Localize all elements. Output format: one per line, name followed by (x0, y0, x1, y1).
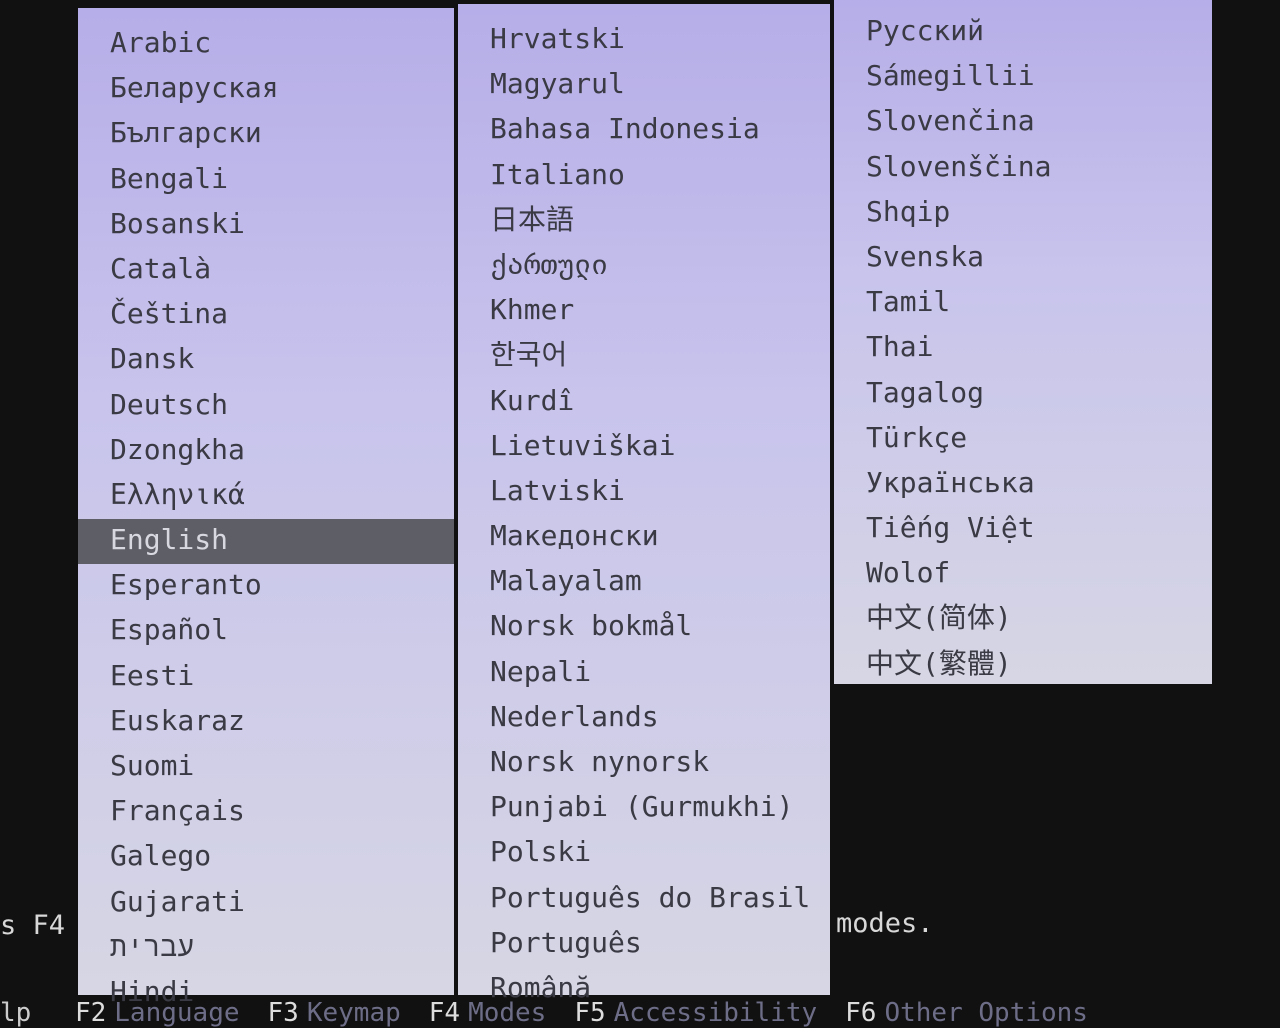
language-option[interactable]: Galego (78, 835, 454, 880)
language-column-1: Arabic Беларуская Български Bengali Bosanski… (78, 8, 454, 1008)
language-option[interactable]: Slovenčina (834, 100, 1212, 145)
language-option[interactable]: Shqip (834, 191, 1212, 236)
language-option[interactable]: Khmer (458, 289, 830, 334)
language-option[interactable]: Malayalam (458, 560, 830, 605)
language-option[interactable]: Magyarul (458, 63, 830, 108)
language-option[interactable]: Sámegillii (834, 55, 1212, 100)
language-option[interactable]: Tagalog (834, 372, 1212, 417)
language-option[interactable]: 中文(简体) (834, 597, 1212, 642)
language-option[interactable]: Русский (834, 10, 1212, 55)
language-option[interactable]: Svenska (834, 236, 1212, 281)
language-option[interactable]: ქართული (458, 244, 830, 289)
language-option[interactable]: Eesti (78, 655, 454, 700)
language-option[interactable]: עברית (78, 926, 454, 971)
language-option[interactable]: Български (78, 112, 454, 157)
language-option[interactable]: Wolof (834, 552, 1212, 597)
language-option[interactable]: Беларуская (78, 67, 454, 112)
language-option[interactable]: Čeština (78, 293, 454, 338)
language-option[interactable]: Ελληνικά (78, 474, 454, 519)
language-option[interactable]: Norsk bokmål (458, 605, 830, 650)
language-column-3: Русский Sámegillii Slovenčina Slovenščina Sh… (834, 0, 1212, 684)
language-option[interactable]: Nederlands (458, 696, 830, 741)
language-option[interactable]: Tamil (834, 281, 1212, 326)
language-option[interactable]: Bengali (78, 158, 454, 203)
language-option[interactable]: Kurdî (458, 380, 830, 425)
language-option[interactable]: Arabic (78, 22, 454, 67)
language-option[interactable]: Македонски (458, 515, 830, 560)
language-option[interactable]: Gujarati (78, 881, 454, 926)
language-option[interactable]: Dzongkha (78, 429, 454, 474)
language-option[interactable]: Esperanto (78, 564, 454, 609)
language-option[interactable]: Hrvatski (458, 18, 830, 63)
language-option[interactable]: Nepali (458, 651, 830, 696)
language-option[interactable]: 日本語 (458, 199, 830, 244)
language-option[interactable]: Euskaraz (78, 700, 454, 745)
language-option[interactable]: Italiano (458, 154, 830, 199)
language-option[interactable]: 한국어 (458, 334, 830, 379)
language-option[interactable]: Türkçe (834, 417, 1212, 462)
language-option[interactable]: Slovenščina (834, 146, 1212, 191)
language-option[interactable]: Українська (834, 462, 1212, 507)
language-option[interactable]: Español (78, 609, 454, 654)
language-option[interactable]: Polski (458, 831, 830, 876)
language-option[interactable]: Suomi (78, 745, 454, 790)
language-column-2: Hrvatski Magyarul Bahasa Indonesia Italiano… (458, 4, 830, 1004)
background-hint-right: modes. (836, 908, 934, 939)
language-option[interactable]: 中文(繁體) (834, 643, 1212, 688)
language-option[interactable]: Português (458, 922, 830, 967)
language-option[interactable]: Latviski (458, 470, 830, 515)
language-option[interactable]: Bahasa Indonesia (458, 108, 830, 153)
language-option[interactable]: Bosanski (78, 203, 454, 248)
language-option[interactable]: English (78, 519, 454, 565)
language-option[interactable]: Thai (834, 326, 1212, 371)
language-option[interactable]: Dansk (78, 338, 454, 383)
language-option[interactable]: Tiếng Việt (834, 507, 1212, 552)
language-option[interactable]: Lietuviškai (458, 425, 830, 470)
language-option[interactable]: Norsk nynorsk (458, 741, 830, 786)
language-option[interactable]: Português do Brasil (458, 877, 830, 922)
language-option[interactable]: Deutsch (78, 384, 454, 429)
language-option[interactable]: Français (78, 790, 454, 835)
language-option[interactable]: Català (78, 248, 454, 293)
language-option[interactable]: Punjabi (Gurmukhi) (458, 786, 830, 831)
